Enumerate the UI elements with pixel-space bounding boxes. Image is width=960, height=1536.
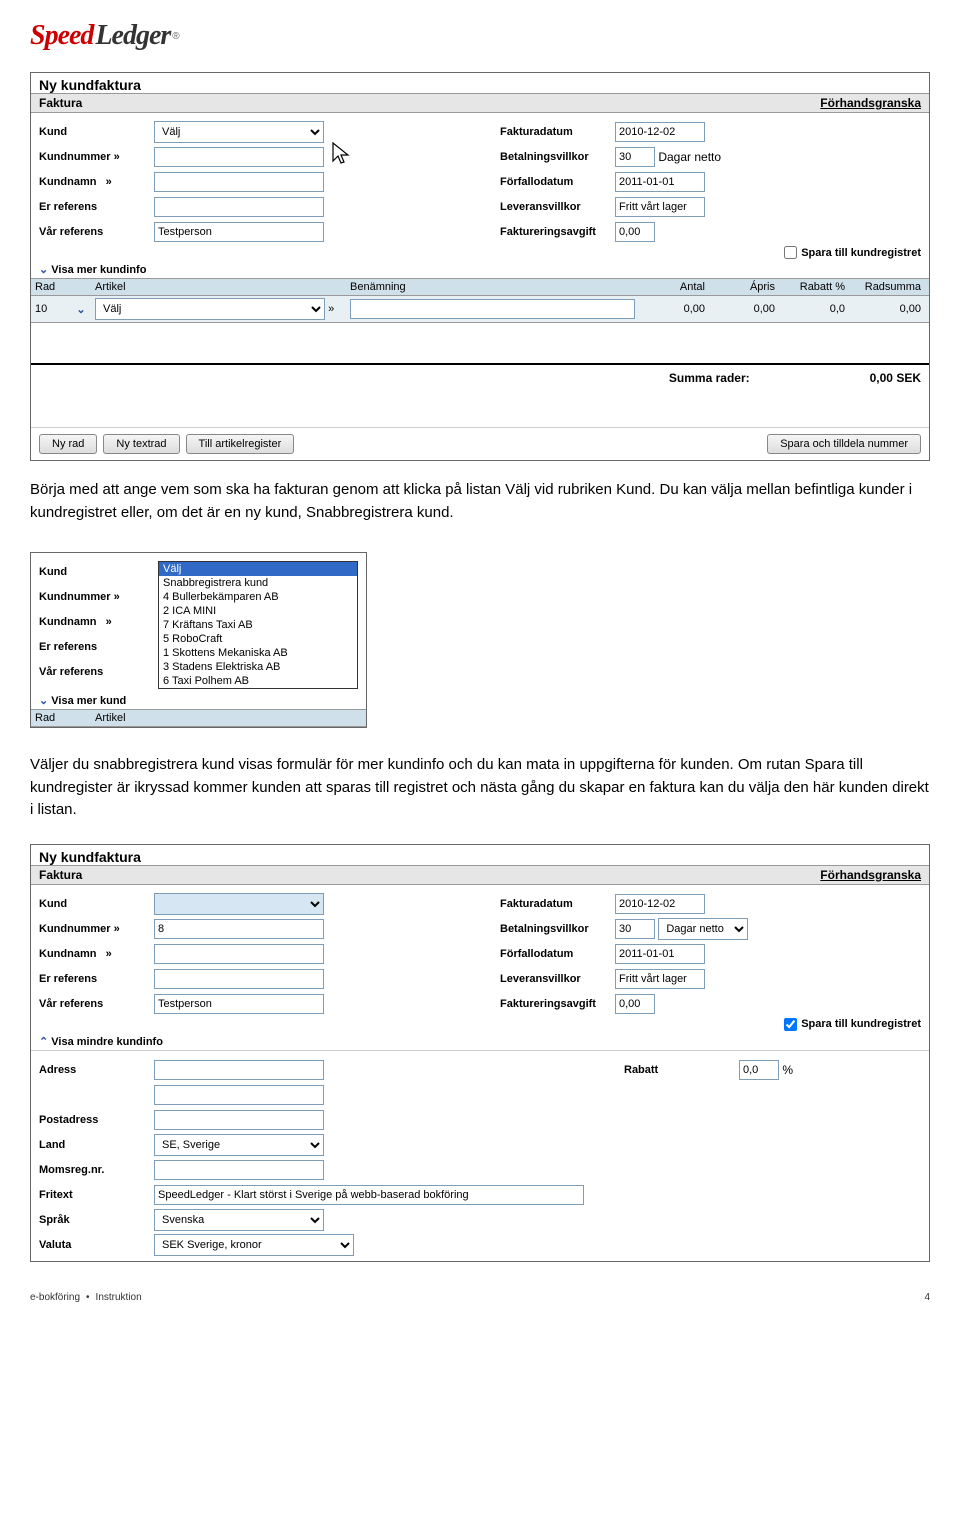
logo: SpeedLedger® (30, 20, 930, 52)
lbl-varref: Vår referens (39, 226, 154, 238)
line-table-head: Rad Artikel Benämning Antal Ápris Rabatt… (31, 278, 929, 296)
till-artikelregister-button[interactable]: Till artikelregister (186, 434, 295, 454)
save-to-registry-label: Spara till kundregistret (801, 247, 921, 259)
benamning-input[interactable] (350, 299, 635, 319)
tab-faktura[interactable]: Faktura (39, 868, 82, 882)
collapse-kundinfo[interactable]: ⌃ Visa mindre kundinfo (31, 1033, 929, 1050)
logo-tm: ® (172, 31, 179, 42)
kund-dropdown[interactable]: Välj Snabbregistrera kund 4 Bullerbekämp… (158, 561, 358, 689)
panel-title: Ny kundfaktura (39, 849, 921, 865)
spara-tilldela-button[interactable]: Spara och tilldela nummer (767, 434, 921, 454)
chev-icon[interactable]: » (106, 176, 112, 188)
instruction-text-1: Börja med att ange vem som ska ha faktur… (30, 479, 930, 524)
chev-icon[interactable]: » (328, 303, 334, 315)
save-to-registry-checkbox[interactable] (784, 1018, 797, 1031)
sprak-select[interactable]: Svenska (154, 1209, 324, 1231)
invoice-panel-1: Ny kundfaktura Faktura Förhandsgranska K… (30, 72, 930, 461)
dropdown-item[interactable]: 4 Bullerbekämparen AB (159, 590, 357, 604)
preview-link[interactable]: Förhandsgranska (820, 96, 921, 110)
expand-kundinfo[interactable]: ⌄ Visa mer kundinfo (31, 261, 929, 278)
villkor-input[interactable] (615, 147, 655, 167)
page-number: 4 (924, 1292, 930, 1303)
lbl-villkor: Betalningsvillkor (500, 151, 615, 163)
lbl-avgift: Faktureringsavgift (500, 226, 615, 238)
dropdown-item-selected[interactable]: Välj (159, 562, 357, 576)
dropdown-item[interactable]: 1 Skottens Mekaniska AB (159, 646, 357, 660)
lbl-kundnr: Kundnummer (39, 151, 111, 163)
chev-icon[interactable]: » (114, 151, 120, 163)
preview-link[interactable]: Förhandsgranska (820, 868, 921, 882)
forfall-input[interactable] (615, 172, 705, 192)
lbl-forfall: Förfallodatum (500, 176, 615, 188)
moms-input[interactable] (154, 1160, 324, 1180)
erref-input[interactable] (154, 197, 324, 217)
save-to-registry-checkbox[interactable] (784, 246, 797, 259)
ny-textrad-button[interactable]: Ny textrad (103, 434, 179, 454)
adress2-input[interactable] (154, 1085, 324, 1105)
dropdown-item[interactable]: 5 RoboCraft (159, 632, 357, 646)
tab-faktura[interactable]: Faktura (39, 96, 82, 110)
avgift-input[interactable] (615, 222, 655, 242)
kund-select[interactable]: Välj (154, 121, 324, 143)
summa-value: 0,00 SEK (870, 371, 921, 385)
adress-input[interactable] (154, 1060, 324, 1080)
leverans-input[interactable] (615, 969, 705, 989)
fritext-input[interactable] (154, 1185, 584, 1205)
logo-ledger: Ledger (95, 20, 170, 52)
kundnamn-input[interactable] (154, 944, 324, 964)
lbl-kund: Kund (39, 126, 154, 138)
villkor-input[interactable] (615, 919, 655, 939)
logo-speed: Speed (30, 20, 93, 52)
fakturadatum-input[interactable] (615, 122, 705, 142)
dropdown-item[interactable]: 2 ICA MINI (159, 604, 357, 618)
varref-input[interactable] (154, 222, 324, 242)
kundnr-input[interactable] (154, 147, 324, 167)
expand-icon: ⌄ (39, 264, 48, 276)
instruction-text-2: Väljer du snabbregistrera kund visas for… (30, 754, 930, 822)
rabatt-input[interactable] (739, 1060, 779, 1080)
villkor-unit-select[interactable]: Dagar netto (658, 918, 748, 940)
kundnamn-input[interactable] (154, 172, 324, 192)
page-footer: e-bokföring•Instruktion 4 (30, 1292, 930, 1303)
valuta-select[interactable]: SEK Sverige, kronor (154, 1234, 354, 1256)
ny-rad-button[interactable]: Ny rad (39, 434, 97, 454)
land-select[interactable]: SE, Sverige (154, 1134, 324, 1156)
fakturadatum-input[interactable] (615, 894, 705, 914)
artikel-select[interactable]: Välj (95, 298, 325, 320)
expand-row-icon[interactable]: ⌄ (71, 301, 91, 318)
collapse-icon: ⌃ (39, 1036, 48, 1048)
dropdown-item[interactable]: 7 Kräftans Taxi AB (159, 618, 357, 632)
lbl-erref: Er referens (39, 201, 154, 213)
lbl-leverans: Leveransvillkor (500, 201, 615, 213)
dropdown-snippet: Kund Kundnummer » Kundnamn » Er referens… (30, 552, 367, 728)
lbl-fakturadatum: Fakturadatum (500, 126, 615, 138)
kund-select[interactable] (154, 893, 324, 915)
avgift-input[interactable] (615, 994, 655, 1014)
villkor-unit: Dagar netto (658, 150, 721, 164)
leverans-input[interactable] (615, 197, 705, 217)
postadress-input[interactable] (154, 1110, 324, 1130)
lbl-kundnamn: Kundnamn (39, 176, 96, 188)
summa-label: Summa rader: (669, 371, 750, 385)
varref-input[interactable] (154, 994, 324, 1014)
kundnr-input[interactable] (154, 919, 324, 939)
erref-input[interactable] (154, 969, 324, 989)
forfall-input[interactable] (615, 944, 705, 964)
dropdown-item[interactable]: Snabbregistrera kund (159, 576, 357, 590)
expand-icon: ⌄ (39, 695, 48, 707)
invoice-panel-3: Ny kundfaktura Faktura Förhandsgranska K… (30, 844, 930, 1262)
panel-title: Ny kundfaktura (39, 77, 921, 93)
dropdown-item[interactable]: 6 Taxi Polhem AB (159, 674, 357, 688)
line-row[interactable]: 10 ⌄ Välj » 0,00 0,00 0,0 0,00 (31, 296, 929, 323)
dropdown-item[interactable]: 3 Stadens Elektriska AB (159, 660, 357, 674)
